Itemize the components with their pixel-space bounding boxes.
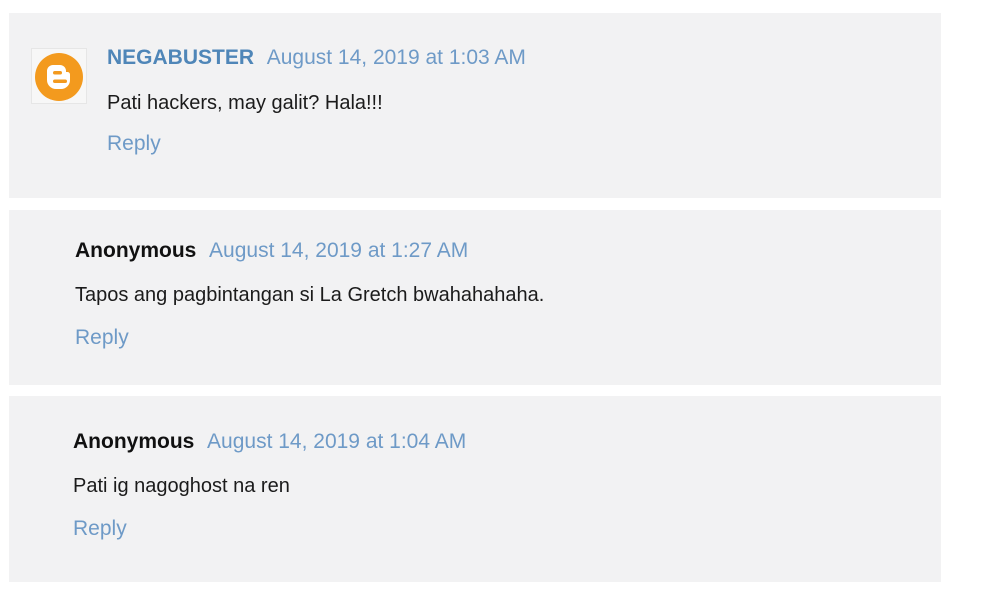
comment-header: Anonymous August 14, 2019 at 1:04 AM	[73, 429, 466, 455]
comment-header: Anonymous August 14, 2019 at 1:27 AM	[75, 238, 468, 264]
comment-text: Pati ig nagoghost na ren	[73, 475, 290, 497]
comment-card: NEGABUSTER August 14, 2019 at 1:03 AM Pa…	[9, 13, 941, 198]
comment-header: NEGABUSTER August 14, 2019 at 1:03 AM	[107, 45, 526, 71]
comment-timestamp[interactable]: August 14, 2019 at 1:27 AM	[209, 239, 468, 262]
reply-button[interactable]: Reply	[73, 516, 127, 542]
author-name[interactable]: NEGABUSTER	[107, 46, 254, 69]
avatar[interactable]	[31, 48, 87, 104]
blogger-icon	[35, 53, 83, 101]
comment-card: Anonymous August 14, 2019 at 1:27 AM Tap…	[9, 210, 941, 385]
author-name: Anonymous	[75, 239, 197, 262]
reply-button[interactable]: Reply	[75, 325, 129, 351]
comment-timestamp[interactable]: August 14, 2019 at 1:04 AM	[207, 430, 466, 453]
comment-card: Anonymous August 14, 2019 at 1:04 AM Pat…	[9, 396, 941, 582]
reply-button[interactable]: Reply	[107, 131, 161, 157]
comment-text: Pati hackers, may galit? Hala!!!	[107, 92, 383, 114]
author-name: Anonymous	[73, 430, 195, 453]
comment-timestamp[interactable]: August 14, 2019 at 1:03 AM	[267, 46, 526, 69]
comment-text: Tapos ang pagbintangan si La Gretch bwah…	[75, 284, 545, 306]
